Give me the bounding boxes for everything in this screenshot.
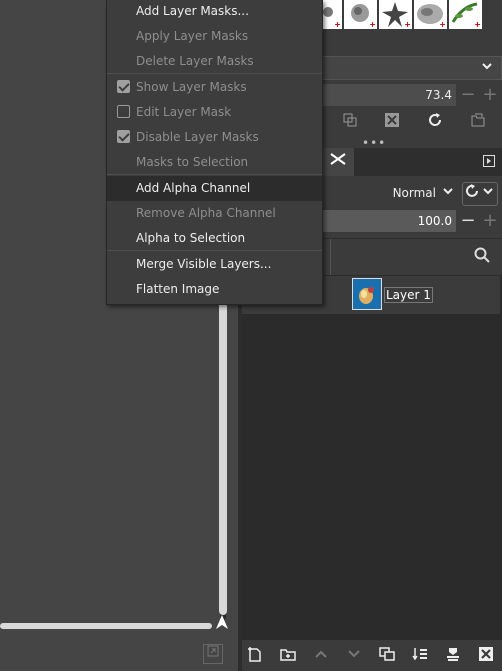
menu-item-masks-to-selection[interactable]: Masks to Selection [107, 150, 322, 175]
spacing-value[interactable]: 73.4 [322, 84, 456, 106]
layer-context-menu: Add Layer Masks... Apply Layer Masks Del… [106, 0, 323, 305]
switch-mode-group-button[interactable] [462, 182, 498, 206]
duplicate-layer-icon[interactable] [376, 646, 398, 666]
menu-item-delete-layer-masks[interactable]: Delete Layer Masks [107, 49, 322, 74]
layer-mode-row: Normal [322, 182, 502, 206]
plus-icon[interactable]: + [480, 210, 500, 232]
menu-item-show-layer-masks[interactable]: Show Layer Masks [107, 75, 322, 100]
plus-icon[interactable]: + [480, 84, 500, 106]
scrollbar-thumb[interactable] [0, 623, 212, 629]
search-icon[interactable] [474, 247, 490, 267]
navigate-image-button[interactable] [203, 644, 223, 664]
merge-layer-icon[interactable] [409, 646, 431, 666]
refresh-brushes-icon[interactable] [423, 112, 447, 134]
layer-mode-dropdown[interactable]: Normal [322, 182, 460, 206]
brush-preview[interactable]: + [322, 0, 342, 29]
new-layer-group-icon[interactable] [277, 646, 299, 666]
brush-options-dropdown[interactable] [322, 56, 502, 80]
anchor-layer-icon[interactable] [442, 646, 464, 666]
minus-icon[interactable]: − [458, 84, 478, 106]
menu-separator [107, 250, 322, 251]
menu-separator [107, 73, 322, 74]
brush-strip: + + + + + [322, 0, 502, 30]
menu-item-flatten-image[interactable]: Flatten Image [107, 277, 322, 302]
menu-item-add-layer-masks[interactable]: Add Layer Masks... [107, 0, 322, 24]
horizontal-scrollbar[interactable] [0, 622, 214, 630]
opacity-spinbox[interactable]: 100.0 − + [322, 210, 502, 232]
lower-layer-icon[interactable] [343, 646, 365, 666]
brush-toolbar [322, 108, 502, 138]
minus-icon[interactable]: − [458, 210, 478, 232]
spacing-spinbox[interactable]: 73.4 − + [322, 84, 502, 106]
delete-layer-icon[interactable] [475, 646, 497, 666]
new-layer-icon[interactable] [244, 646, 266, 666]
delete-brush-icon[interactable] [380, 112, 404, 134]
layers-list[interactable] [242, 275, 502, 640]
menu-item-edit-layer-mask[interactable]: Edit Layer Mask [107, 100, 322, 125]
checkbox-checked-icon [117, 80, 130, 93]
layers-tab-icon[interactable] [322, 148, 354, 176]
checkbox-unchecked-icon [117, 105, 130, 118]
menu-item-remove-alpha-channel[interactable]: Remove Alpha Channel [107, 201, 322, 226]
open-brush-icon[interactable] [466, 112, 490, 134]
pointer-arrow-icon [212, 614, 232, 636]
menu-item-alpha-to-selection[interactable]: Alpha to Selection [107, 226, 322, 251]
layer-thumbnail[interactable] [352, 278, 382, 310]
tab-menu-icon[interactable] [482, 155, 496, 169]
column-separator [330, 239, 331, 275]
chevron-down-icon [442, 185, 454, 200]
layers-bottom-toolbar [242, 640, 502, 671]
brush-preview[interactable]: + [379, 0, 412, 29]
mode-value: Normal [392, 186, 436, 200]
menu-item-merge-visible-layers[interactable]: Merge Visible Layers... [107, 252, 322, 277]
brush-preview[interactable]: + [344, 0, 377, 29]
menu-separator [107, 174, 322, 175]
menu-item-apply-layer-masks[interactable]: Apply Layer Masks [107, 24, 322, 49]
brush-preview[interactable]: + [449, 0, 482, 29]
raise-layer-icon[interactable] [310, 646, 332, 666]
menu-item-add-alpha-channel[interactable]: Add Alpha Channel [107, 176, 322, 201]
menu-item-disable-layer-masks[interactable]: Disable Layer Masks [107, 125, 322, 150]
duplicate-brush-icon[interactable] [338, 112, 362, 134]
layer-name[interactable]: Layer 1 [384, 287, 433, 303]
opacity-value[interactable]: 100.0 [322, 210, 456, 232]
chevron-down-icon [481, 60, 493, 75]
brush-preview[interactable]: + [414, 0, 447, 29]
checkbox-checked-icon [117, 130, 130, 143]
